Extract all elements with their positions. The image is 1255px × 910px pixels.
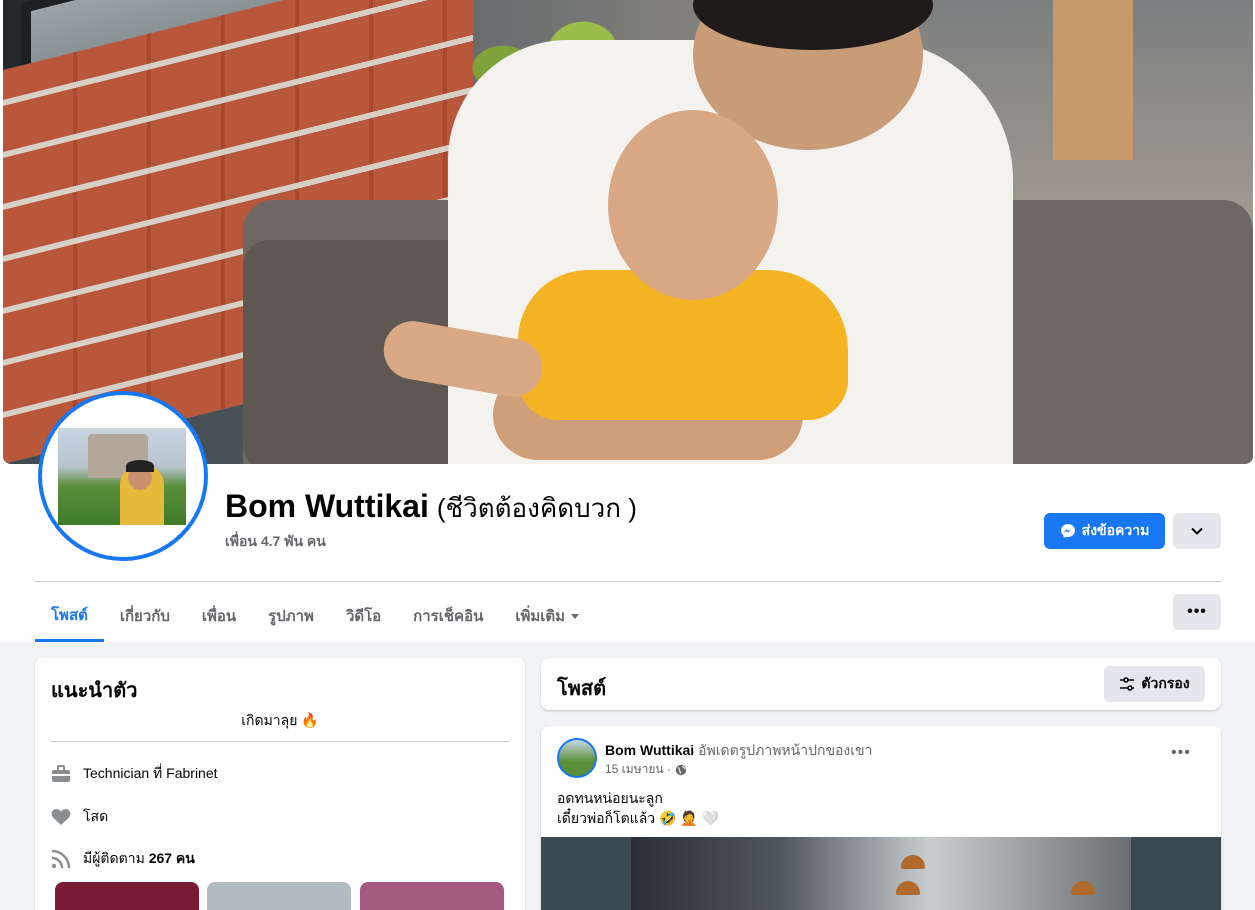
posts-title: โพสต์ xyxy=(557,678,607,700)
profile-avatar-photo[interactable] xyxy=(58,428,186,525)
more-options-button[interactable]: ••• xyxy=(1173,594,1221,630)
filter-label: ตัวกรอง xyxy=(1141,675,1190,691)
featured-photo-2[interactable] xyxy=(207,882,351,910)
featured-photo-3[interactable] xyxy=(360,882,504,910)
tab-photos[interactable]: รูปภาพ xyxy=(252,590,330,642)
header-divider xyxy=(35,581,1221,582)
briefcase-icon xyxy=(51,764,71,784)
followers-prefix: มีผู้ติดตาม xyxy=(83,850,145,866)
bio-divider xyxy=(51,741,509,742)
post-header: Bom Wuttikai อัพเดตรูปภาพหน้าปกของเขา xyxy=(605,740,872,762)
tab-videos[interactable]: วิดีโอ xyxy=(330,590,397,642)
more-dots-icon: ••• xyxy=(1171,744,1191,761)
profile-header: Bom Wuttikai (ชีวิตต้องคิดบวก ) เพื่อน 4… xyxy=(0,0,1255,642)
profile-options-dropdown[interactable] xyxy=(1173,513,1221,549)
tab-more[interactable]: เพิ่มเติม xyxy=(499,590,595,642)
profile-name-main: Bom Wuttikai xyxy=(225,488,429,524)
intro-title: แนะนำตัว xyxy=(51,680,138,702)
tab-about[interactable]: เกี่ยวกับ xyxy=(104,590,186,642)
tab-friends[interactable]: เพื่อน xyxy=(186,590,252,642)
featured-photo-1[interactable] xyxy=(55,882,199,910)
intro-bio: เกิดมาลุย 🔥 xyxy=(241,712,319,728)
profile-alt-name: (ชีวิตต้องคิดบวก ) xyxy=(436,493,637,523)
post-photo[interactable] xyxy=(541,837,1221,910)
post-text-line-2: เดี๋ยวพ่อก็โตแล้ว 🤣 🤦 🤍 xyxy=(557,810,720,826)
post-action-text: อัพเดตรูปภาพหน้าปกของเขา xyxy=(698,742,873,758)
caret-down-icon xyxy=(571,613,580,619)
more-dots-icon: ••• xyxy=(1187,603,1207,620)
info-work: Technician ที่ Fabrinet xyxy=(51,763,218,785)
info-followers[interactable]: มีผู้ติดตาม 267 คน xyxy=(51,848,195,870)
post-text: อดทนหน่อยนะลูก เดี๋ยวพ่อก็โตแล้ว 🤣 🤦 🤍 xyxy=(557,788,719,828)
info-relationship-text: โสด xyxy=(83,808,109,824)
profile-name: Bom Wuttikai (ชีวิตต้องคิดบวก ) xyxy=(225,488,637,529)
post-author-name[interactable]: Bom Wuttikai xyxy=(605,742,694,758)
tab-checkins[interactable]: การเช็คอิน xyxy=(397,590,499,642)
profile-tabs: โพสต์ เกี่ยวกับ เพื่อน รูปภาพ วิดีโอ การ… xyxy=(35,590,595,642)
messenger-icon xyxy=(1060,524,1075,538)
info-work-text: Technician ที่ Fabrinet xyxy=(83,765,218,781)
post-author-avatar[interactable] xyxy=(557,738,597,778)
followers-count: 267 คน xyxy=(148,850,195,866)
chevron-down-icon xyxy=(1191,527,1203,535)
filter-icon xyxy=(1120,677,1135,691)
post-options-button[interactable]: ••• xyxy=(1171,744,1191,762)
posts-header-card: โพสต์ ตัวกรอง xyxy=(541,658,1221,710)
filter-button[interactable]: ตัวกรอง xyxy=(1104,666,1205,702)
rss-icon xyxy=(51,849,71,869)
cover-photo[interactable] xyxy=(3,0,1253,464)
post-text-line-1: อดทนหน่อยนะลูก xyxy=(557,790,663,806)
info-relationship: โสด xyxy=(51,806,108,828)
tab-posts[interactable]: โพสต์ xyxy=(35,590,104,642)
heart-icon xyxy=(51,807,71,827)
post-card: Bom Wuttikai อัพเดตรูปภาพหน้าปกของเขา 15… xyxy=(541,726,1221,910)
send-message-label: ส่งข้อความ xyxy=(1081,522,1150,538)
post-meta: 15 เมษายน · xyxy=(605,760,687,779)
send-message-button[interactable]: ส่งข้อความ xyxy=(1044,513,1165,549)
friends-count[interactable]: เพื่อน 4.7 พัน คน xyxy=(225,531,326,553)
globe-icon xyxy=(675,764,687,775)
post-date[interactable]: 15 เมษายน · xyxy=(605,760,671,779)
